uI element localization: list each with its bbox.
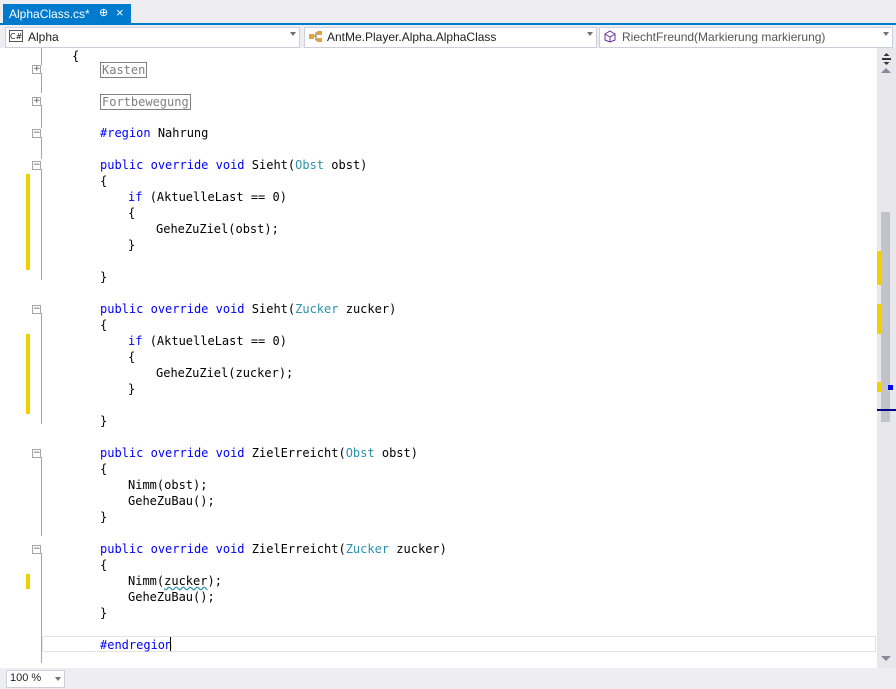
- collapse-icon[interactable]: −: [32, 545, 41, 554]
- code-line: GeheZuBau();: [128, 494, 215, 508]
- collapsed-region-kasten[interactable]: Kasten: [100, 62, 148, 78]
- code-line: GeheZuZiel(obst);: [156, 222, 279, 236]
- close-icon[interactable]: ×: [116, 5, 124, 20]
- project-dropdown[interactable]: C# Alpha: [5, 27, 300, 48]
- code-line: public override void Sieht(Zucker zucker…: [100, 302, 397, 316]
- caret-position-marker: [888, 385, 893, 390]
- code-line: }: [100, 510, 108, 524]
- expand-icon[interactable]: +: [32, 65, 41, 74]
- split-handle-icon[interactable]: [881, 52, 892, 65]
- vertical-scrollbar[interactable]: [877, 48, 896, 668]
- code-line: Nimm(zucker);: [128, 574, 222, 588]
- tab-alphaclass[interactable]: AlphaClass.cs* ⊕ ×: [3, 4, 131, 24]
- code-line: public override void ZielErreicht(Zucker…: [100, 542, 447, 556]
- collapse-icon[interactable]: −: [32, 161, 41, 170]
- zoom-dropdown[interactable]: 100 %: [6, 670, 65, 688]
- pin-icon[interactable]: ⊕: [99, 6, 108, 19]
- code-line: {: [128, 206, 136, 220]
- zoom-value: 100 %: [10, 672, 42, 684]
- change-marker: [26, 174, 30, 270]
- code-line: }: [128, 382, 136, 396]
- code-line: }: [100, 606, 108, 620]
- code-line: {: [100, 462, 108, 476]
- collapse-icon[interactable]: −: [32, 305, 41, 314]
- code-line: }: [128, 238, 136, 252]
- chevron-down-icon: [55, 677, 61, 681]
- code-line: Kasten: [100, 62, 148, 78]
- class-name: AntMe.Player.Alpha.AlphaClass: [327, 30, 497, 44]
- chevron-down-icon: [587, 32, 593, 36]
- change-marker: [26, 574, 30, 589]
- collapse-icon[interactable]: −: [32, 449, 41, 458]
- navigation-bar: C# Alpha AntMe.Player.Alpha.AlphaClass R…: [0, 25, 896, 48]
- document-tab-bar: AlphaClass.cs* ⊕ ×: [0, 0, 896, 25]
- project-name: Alpha: [28, 30, 59, 44]
- code-line: GeheZuBau();: [128, 590, 215, 604]
- outline-guide: [41, 48, 42, 65]
- tab-title: AlphaClass.cs*: [9, 7, 90, 21]
- code-editor[interactable]: + + − − − − − { Kasten Fortbewegung #reg…: [0, 48, 877, 668]
- scroll-down-icon[interactable]: [881, 656, 891, 661]
- outline-guide: [41, 73, 42, 93]
- code-line: public override void Sieht(Obst obst): [100, 158, 368, 172]
- class-dropdown[interactable]: AntMe.Player.Alpha.AlphaClass: [304, 27, 597, 48]
- member-name: RiechtFreund(Markierung markierung): [622, 30, 826, 44]
- class-icon: [308, 30, 324, 46]
- expand-icon[interactable]: +: [32, 97, 41, 106]
- code-line: {: [100, 318, 108, 332]
- change-overview-marker: [877, 304, 881, 334]
- scroll-up-icon[interactable]: [881, 68, 891, 73]
- change-marker: [26, 334, 30, 414]
- outline-guide: [41, 105, 42, 128]
- code-line: #endregion: [100, 638, 173, 652]
- outline-guide: [41, 313, 42, 424]
- chevron-down-icon: [883, 32, 889, 36]
- change-overview-marker: [877, 251, 881, 285]
- collapse-icon[interactable]: −: [32, 129, 41, 138]
- caret-line-marker: [877, 409, 896, 411]
- collapsed-region-fortbewegung[interactable]: Fortbewegung: [100, 94, 191, 110]
- code-line: }: [100, 270, 108, 284]
- code-line: {: [72, 49, 80, 63]
- method-icon: [603, 30, 617, 46]
- scrollbar-thumb[interactable]: [881, 212, 890, 422]
- code-line: {: [100, 174, 108, 188]
- code-line: if (AktuelleLast == 0): [128, 190, 287, 204]
- code-line: {: [100, 558, 108, 572]
- code-line: Fortbewegung: [100, 94, 191, 110]
- text-caret: [170, 637, 171, 651]
- code-line: public override void ZielErreicht(Obst o…: [100, 446, 418, 460]
- code-line: Nimm(obst);: [128, 478, 208, 492]
- code-line: if (AktuelleLast == 0): [128, 334, 287, 348]
- member-dropdown[interactable]: RiechtFreund(Markierung markierung): [599, 27, 893, 48]
- squiggle-warning[interactable]: zucker: [164, 574, 207, 588]
- chevron-down-icon: [290, 32, 296, 36]
- code-line: #region Nahrung: [100, 126, 209, 140]
- csharp-project-icon: C#: [9, 30, 23, 42]
- code-line: }: [100, 414, 108, 428]
- outline-guide: [41, 137, 42, 159]
- outline-guide: [41, 169, 42, 280]
- code-line: GeheZuZiel(zucker);: [156, 366, 294, 380]
- horizontal-bar: 100 %: [0, 668, 896, 689]
- outline-guide: [41, 457, 42, 536]
- change-overview-marker: [877, 382, 881, 392]
- code-line: {: [128, 350, 136, 364]
